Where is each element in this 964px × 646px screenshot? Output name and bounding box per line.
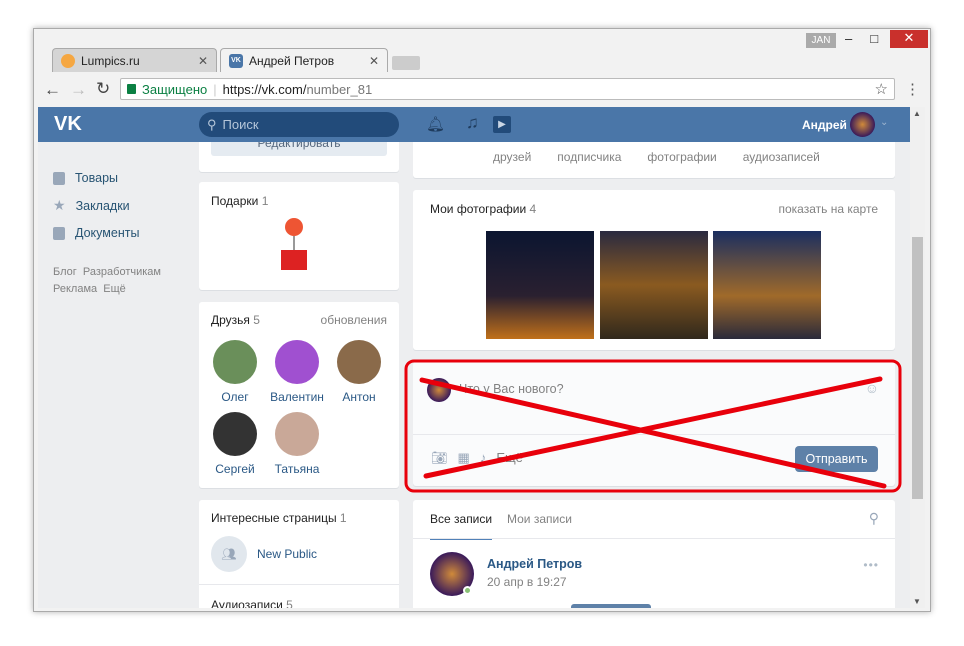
strike-line [419, 377, 887, 489]
strike-line [423, 376, 883, 479]
strike-overlay [404, 359, 902, 493]
